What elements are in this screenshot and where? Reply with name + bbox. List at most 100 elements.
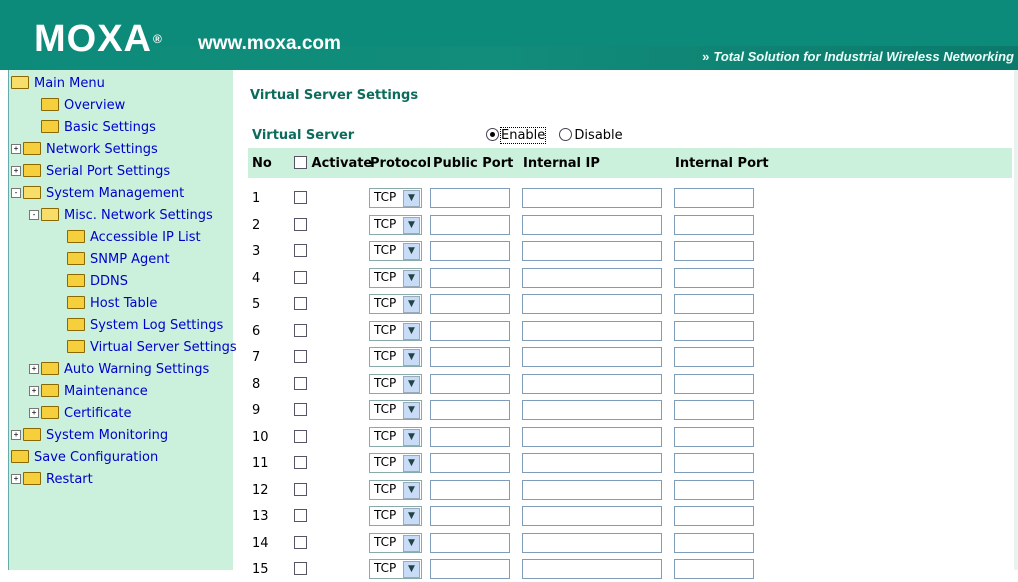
internal-port-input[interactable] [674, 347, 754, 367]
chevron-down-icon[interactable]: ▼ [403, 428, 420, 446]
public-port-input[interactable] [430, 347, 510, 367]
protocol-select[interactable]: TCP ▼ [369, 400, 422, 420]
public-port-input[interactable] [430, 479, 510, 500]
chevron-down-icon[interactable]: ▼ [403, 534, 420, 552]
sidebar-item[interactable]: - System Management [11, 184, 184, 204]
public-port-input[interactable] [430, 559, 510, 579]
sidebar-item[interactable]: + Certificate [29, 404, 132, 424]
sidebar-item[interactable]: + Auto Warning Settings [29, 360, 209, 380]
sidebar-item[interactable]: + System Monitoring [11, 426, 168, 446]
scrollbar[interactable] [1014, 70, 1018, 570]
public-port-input[interactable] [430, 214, 510, 235]
enable-radio[interactable] [486, 128, 499, 141]
protocol-select[interactable]: TCP ▼ [369, 320, 422, 341]
sidebar-item[interactable]: Main Menu [11, 74, 105, 94]
chevron-down-icon[interactable]: ▼ [403, 322, 420, 340]
activate-all-checkbox[interactable] [294, 156, 307, 169]
public-port-input[interactable] [430, 426, 510, 447]
sidebar-item[interactable]: Overview [29, 96, 125, 116]
protocol-select[interactable]: TCP ▼ [369, 294, 422, 314]
sidebar-item[interactable]: System Log Settings [55, 316, 223, 336]
internal-port-input[interactable] [674, 267, 754, 288]
public-port-input[interactable] [430, 400, 510, 420]
chevron-down-icon[interactable]: ▼ [403, 375, 420, 393]
public-port-input[interactable] [430, 453, 510, 473]
internal-ip-input[interactable] [522, 347, 662, 367]
internal-ip-input[interactable] [522, 294, 662, 314]
internal-port-input[interactable] [674, 532, 754, 553]
chevron-down-icon[interactable]: ▼ [403, 402, 420, 419]
internal-port-input[interactable] [674, 453, 754, 473]
sidebar-item[interactable]: Virtual Server Settings [55, 338, 237, 358]
activate-checkbox[interactable] [294, 323, 307, 337]
chevron-down-icon[interactable]: ▼ [403, 216, 420, 234]
activate-checkbox[interactable] [294, 270, 307, 284]
public-port-input[interactable] [430, 241, 510, 261]
internal-port-input[interactable] [674, 559, 754, 579]
sidebar-item[interactable]: Basic Settings [29, 118, 156, 138]
sidebar-item[interactable]: Accessible IP List [55, 228, 201, 248]
expand-icon[interactable]: + [29, 407, 39, 418]
chevron-down-icon[interactable]: ▼ [403, 269, 420, 287]
internal-port-input[interactable] [674, 426, 754, 447]
internal-ip-input[interactable] [522, 532, 662, 553]
internal-ip-input[interactable] [522, 320, 662, 341]
chevron-down-icon[interactable]: ▼ [403, 508, 420, 525]
protocol-select[interactable]: TCP ▼ [369, 214, 422, 235]
collapse-icon[interactable]: - [11, 187, 21, 198]
internal-ip-input[interactable] [522, 241, 662, 261]
public-port-input[interactable] [430, 267, 510, 288]
expand-icon[interactable]: + [11, 429, 21, 440]
activate-checkbox[interactable] [294, 217, 307, 231]
internal-ip-input[interactable] [522, 267, 662, 288]
sidebar-item[interactable]: Save Configuration [11, 448, 158, 468]
activate-checkbox[interactable] [294, 562, 307, 575]
expand-icon[interactable]: + [11, 143, 21, 154]
public-port-input[interactable] [430, 373, 510, 394]
chevron-down-icon[interactable]: ▼ [403, 296, 420, 313]
public-port-input[interactable] [430, 294, 510, 314]
internal-ip-input[interactable] [522, 400, 662, 420]
protocol-select[interactable]: TCP ▼ [369, 426, 422, 447]
expand-icon[interactable]: + [11, 165, 21, 176]
protocol-select[interactable]: TCP ▼ [369, 267, 422, 288]
protocol-select[interactable]: TCP ▼ [369, 479, 422, 500]
internal-ip-input[interactable] [522, 479, 662, 500]
internal-port-input[interactable] [674, 400, 754, 420]
chevron-down-icon[interactable]: ▼ [403, 481, 420, 499]
internal-ip-input[interactable] [522, 506, 662, 526]
internal-ip-input[interactable] [522, 559, 662, 579]
protocol-select[interactable]: TCP ▼ [369, 532, 422, 553]
internal-port-input[interactable] [674, 214, 754, 235]
activate-checkbox[interactable] [294, 509, 307, 522]
expand-icon[interactable]: + [29, 363, 39, 374]
disable-label[interactable]: Disable [574, 128, 622, 143]
public-port-input[interactable] [430, 188, 510, 208]
internal-ip-input[interactable] [522, 426, 662, 447]
internal-port-input[interactable] [674, 241, 754, 261]
chevron-down-icon[interactable]: ▼ [403, 190, 420, 207]
activate-checkbox[interactable] [294, 535, 307, 549]
internal-ip-input[interactable] [522, 373, 662, 394]
internal-port-input[interactable] [674, 320, 754, 341]
disable-radio[interactable] [559, 128, 573, 141]
chevron-down-icon[interactable]: ▼ [403, 243, 420, 260]
sidebar-item[interactable]: + Maintenance [29, 382, 148, 402]
sidebar-item[interactable]: + Network Settings [11, 140, 158, 160]
activate-checkbox[interactable] [294, 482, 307, 496]
public-port-input[interactable] [430, 506, 510, 526]
public-port-input[interactable] [430, 532, 510, 553]
activate-checkbox[interactable] [294, 429, 307, 443]
internal-ip-input[interactable] [522, 188, 662, 208]
activate-checkbox[interactable] [294, 350, 307, 363]
protocol-select[interactable]: TCP ▼ [369, 347, 422, 367]
collapse-icon[interactable]: - [29, 209, 39, 220]
sidebar-item[interactable]: DDNS [55, 272, 128, 292]
public-port-input[interactable] [430, 320, 510, 341]
chevron-down-icon[interactable]: ▼ [403, 349, 420, 366]
expand-icon[interactable]: + [11, 473, 21, 484]
internal-ip-input[interactable] [522, 214, 662, 235]
activate-checkbox[interactable] [294, 376, 307, 390]
sidebar-item[interactable]: Host Table [55, 294, 157, 314]
internal-port-input[interactable] [674, 294, 754, 314]
